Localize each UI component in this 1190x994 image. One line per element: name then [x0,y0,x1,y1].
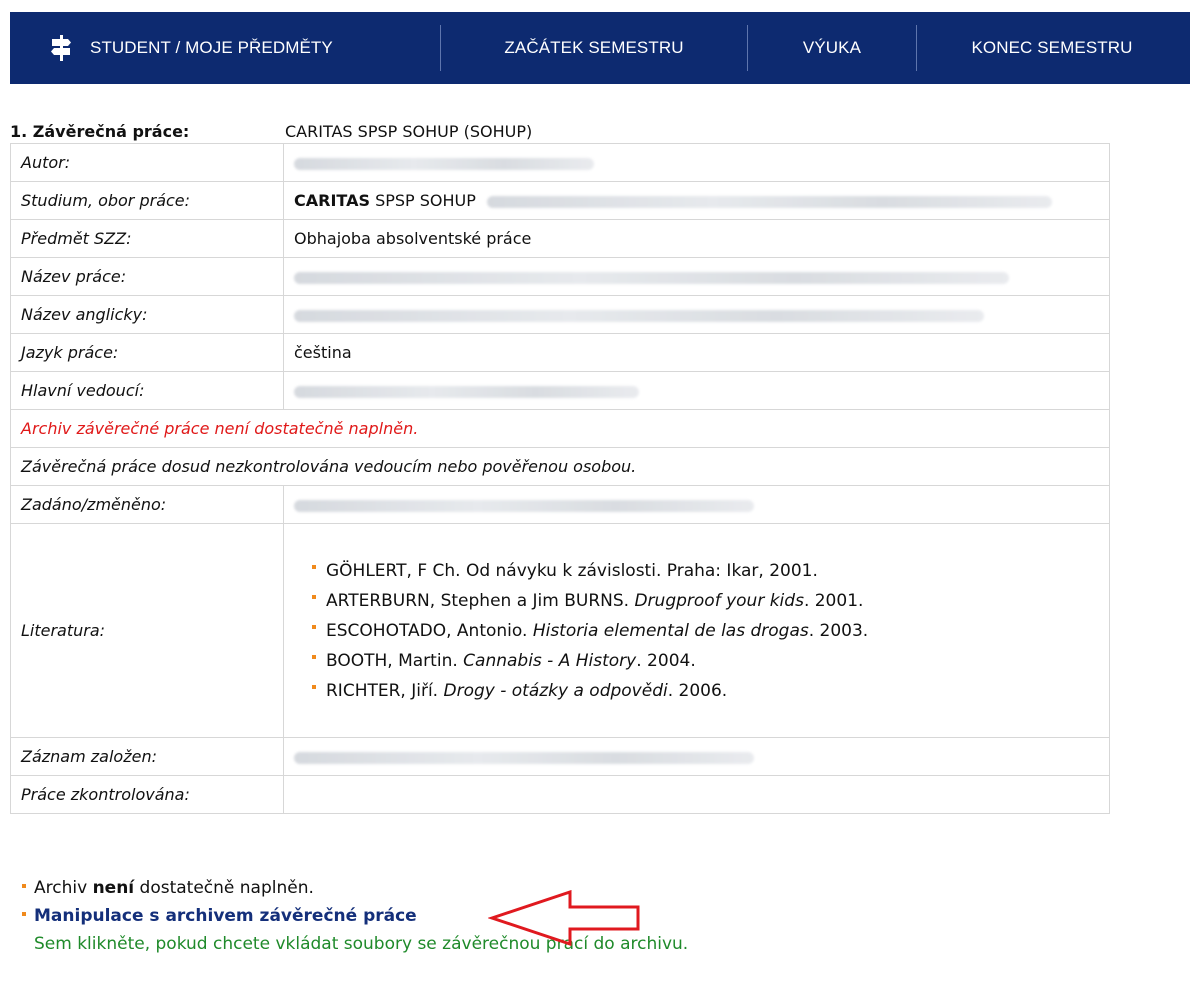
literature-value: GÖHLERT, F Ch. Od návyku k závislosti. P… [283,523,1110,738]
created-value [283,737,1110,776]
bullet-icon [22,884,26,888]
assigned-label: Zadáno/změněno: [10,485,284,524]
top-navigation: STUDENT / MOJE PŘEDMĚTY ZAČÁTEK SEMESTRU… [10,12,1190,84]
table-row: Název anglicky: [10,295,1110,334]
bullet-icon [22,912,26,916]
left-arrow-icon [488,890,640,946]
subject-label: Předmět SZZ: [10,219,284,258]
created-label: Záznam založen: [10,737,284,776]
redacted-text [294,309,984,322]
checked-label: Práce zkontrolována: [10,775,284,814]
nav-label: STUDENT / MOJE PŘEDMĚTY [90,38,333,57]
title-label: Název práce: [10,257,284,296]
table-row: Autor: [10,143,1110,182]
nav-label: VÝUKA [802,38,862,57]
supervisor-value [283,371,1110,410]
author-label: Autor: [10,143,284,182]
study-program: SPSP SOHUP [375,191,476,210]
nav-label: KONEC SEMESTRU [971,38,1133,57]
redacted-text [294,499,754,512]
redacted-text [294,385,639,398]
redacted-text [294,751,754,764]
thesis-header: 1. Závěrečná práce: CARITAS SPSP SOHUP (… [10,119,1110,143]
table-row: Práce zkontrolována: [10,775,1110,814]
redacted-text [294,157,594,170]
study-value: CARITAS SPSP SOHUP [283,181,1110,220]
thesis-details-table: Autor: Studium, obor práce: CARITAS SPSP… [10,143,1110,814]
language-value: čeština [283,333,1110,372]
literature-item: BOOTH, Martin. Cannabis - A History. 200… [312,646,1099,676]
table-row: Archiv závěrečné práce není dostatečně n… [10,409,1110,448]
table-row: Název práce: [10,257,1110,296]
nav-semester-start[interactable]: ZAČÁTEK SEMESTRU [441,12,747,84]
literature-label: Literatura: [10,523,284,738]
nav-semester-end[interactable]: KONEC SEMESTRU [917,12,1187,84]
redacted-text [487,195,1053,208]
language-label: Jazyk práce: [10,333,284,372]
table-row: Předmět SZZ: Obhajoba absolventské práce [10,219,1110,258]
nav-student-my-subjects[interactable]: STUDENT / MOJE PŘEDMĚTY [10,12,440,84]
nav-teaching[interactable]: VÝUKA [748,12,916,84]
assigned-value [283,485,1110,524]
thesis-program: CARITAS SPSP SOHUP (SOHUP) [285,121,533,141]
checked-value [283,775,1110,814]
manipulate-archive-link[interactable]: Manipulace s archivem závěrečné práce [34,906,417,926]
supervisor-label: Hlavní vedoucí: [10,371,284,410]
table-row: Jazyk práce: čeština [10,333,1110,372]
table-row: Zadáno/změněno: [10,485,1110,524]
bullet-icon [312,654,316,659]
bullet-icon [312,594,316,599]
subject-value: Obhajoba absolventské práce [283,219,1110,258]
bullet-icon [312,684,316,689]
study-label: Studium, obor práce: [10,181,284,220]
redacted-text [294,271,1009,284]
title-value [283,257,1110,296]
table-row: Studium, obor práce: CARITAS SPSP SOHUP [10,181,1110,220]
bullet-icon [312,624,316,629]
literature-item: ESCOHOTADO, Antonio. Historia elemental … [312,616,1099,646]
table-row: Závěrečná práce dosud nezkontrolována ve… [10,447,1110,486]
literature-item: GÖHLERT, F Ch. Od návyku k závislosti. P… [312,556,1099,586]
author-value [283,143,1110,182]
nav-label: ZAČÁTEK SEMESTRU [504,38,684,57]
study-faculty: CARITAS [294,191,370,210]
table-row: Hlavní vedoucí: [10,371,1110,410]
control-note: Závěrečná práce dosud nezkontrolována ve… [10,447,1110,486]
bullet-icon [312,564,316,569]
signpost-icon [50,35,72,61]
archive-warning: Archiv závěrečné práce není dostatečně n… [10,409,1110,448]
title-en-value [283,295,1110,334]
thesis-number-label: 1. Závěrečná práce: [10,121,190,141]
table-row: Literatura: GÖHLERT, F Ch. Od návyku k z… [10,523,1110,738]
literature-item: RICHTER, Jiří. Drogy - otázky a odpovědi… [312,676,1099,706]
title-en-label: Název anglicky: [10,295,284,334]
literature-item: ARTERBURN, Stephen a Jim BURNS. Drugproo… [312,586,1099,616]
table-row: Záznam založen: [10,737,1110,776]
literature-list: GÖHLERT, F Ch. Od návyku k závislosti. P… [294,556,1099,706]
